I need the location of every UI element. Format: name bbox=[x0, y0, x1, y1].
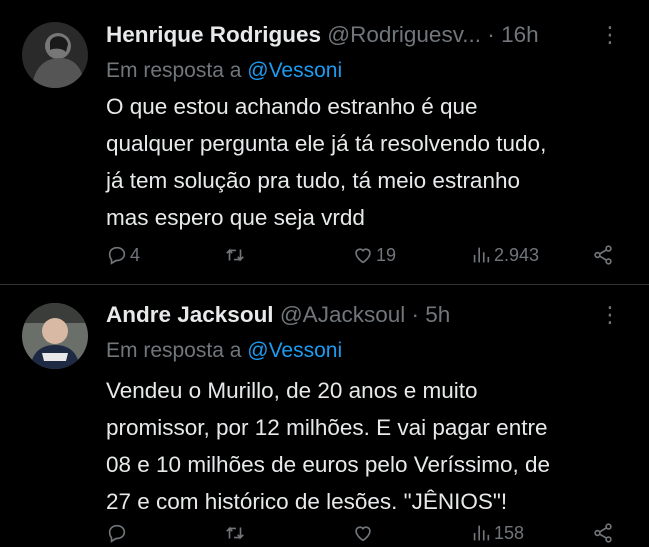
action-bar: 4 19 2.943 bbox=[106, 240, 626, 270]
separator: · bbox=[411, 302, 420, 327]
mention-link[interactable]: @Vessoni bbox=[247, 59, 342, 82]
action-bar: 158 bbox=[106, 518, 626, 547]
timestamp[interactable]: 16h bbox=[501, 22, 539, 47]
more-vertical-icon[interactable]: ⋮ bbox=[599, 300, 621, 330]
tweet-text-line: mas espero que seja vrdd bbox=[106, 205, 365, 230]
retweet-icon bbox=[226, 526, 244, 540]
reply-prefix: Em resposta a bbox=[106, 339, 242, 362]
share-button[interactable] bbox=[592, 240, 614, 270]
reply-button[interactable]: 4 bbox=[106, 240, 140, 270]
share-icon bbox=[594, 245, 612, 265]
heart-icon bbox=[355, 248, 371, 264]
views-icon bbox=[473, 525, 490, 541]
like-button[interactable]: 19 bbox=[352, 240, 396, 270]
user-handle[interactable]: @AJacksoul bbox=[280, 302, 405, 327]
tweet-text-line: Vendeu o Murillo, de 20 anos e muito bbox=[106, 378, 478, 403]
avatar[interactable] bbox=[22, 303, 88, 369]
like-count: 19 bbox=[376, 244, 397, 265]
reply-prefix: Em resposta a bbox=[106, 59, 242, 82]
tweet-header: Andre Jacksoul @AJacksoul · 5h bbox=[106, 300, 450, 330]
more-vertical-icon[interactable]: ⋮ bbox=[599, 20, 621, 50]
views-count: 158 bbox=[494, 522, 525, 543]
timestamp[interactable]: 5h bbox=[425, 302, 450, 327]
tweet-text-line: 27 e com histórico de lesões. "JÊNIOS"! bbox=[106, 489, 508, 514]
reply-context: Em resposta a @Vessoni bbox=[106, 336, 342, 366]
like-button[interactable] bbox=[352, 518, 376, 547]
tweet-text: O que estou achando estranho é que qualq… bbox=[106, 88, 626, 236]
user-handle[interactable]: @Rodriguesv... bbox=[327, 22, 481, 47]
tweet-text-line: qualquer pergunta ele já tá resolvendo t… bbox=[106, 131, 547, 156]
tweet-header: Henrique Rodrigues @Rodriguesv... · 16h bbox=[106, 20, 539, 50]
retweet-button[interactable] bbox=[224, 240, 248, 270]
views-button[interactable]: 158 bbox=[470, 518, 524, 547]
retweet-button[interactable] bbox=[224, 518, 248, 547]
reply-count: 4 bbox=[130, 244, 141, 265]
reply-icon bbox=[108, 524, 126, 543]
share-icon bbox=[594, 523, 612, 543]
tweet-text-line: O que estou achando estranho é que bbox=[106, 94, 478, 119]
separator: · bbox=[487, 22, 495, 47]
mention-link[interactable]: @Vessoni bbox=[247, 339, 342, 362]
heart-icon bbox=[355, 526, 371, 542]
views-button[interactable]: 2.943 bbox=[470, 240, 539, 270]
tweet[interactable]: Henrique Rodrigues @Rodriguesv... · 16h … bbox=[0, 0, 649, 285]
views-count: 2.943 bbox=[494, 244, 540, 265]
tweet[interactable]: Andre Jacksoul @AJacksoul · 5h ⋮ Em resp… bbox=[0, 286, 649, 547]
share-button[interactable] bbox=[592, 518, 614, 547]
avatar[interactable] bbox=[22, 22, 88, 88]
reply-button[interactable] bbox=[106, 518, 130, 547]
tweet-text-line: já tem solução pra tudo, tá meio estranh… bbox=[106, 168, 520, 193]
tweet-text-line: promissor, por 12 milhões. E vai pagar e… bbox=[106, 415, 548, 440]
tweet-text-line: 08 e 10 milhões de euros pelo Veríssimo,… bbox=[106, 452, 551, 477]
reply-context: Em resposta a @Vessoni bbox=[106, 56, 342, 86]
display-name[interactable]: Henrique Rodrigues bbox=[106, 22, 321, 47]
tweet-text: Vendeu o Murillo, de 20 anos e muito pro… bbox=[106, 372, 626, 520]
display-name[interactable]: Andre Jacksoul bbox=[106, 302, 274, 327]
retweet-icon bbox=[226, 248, 244, 262]
views-icon bbox=[473, 247, 490, 263]
reply-icon bbox=[108, 246, 126, 265]
